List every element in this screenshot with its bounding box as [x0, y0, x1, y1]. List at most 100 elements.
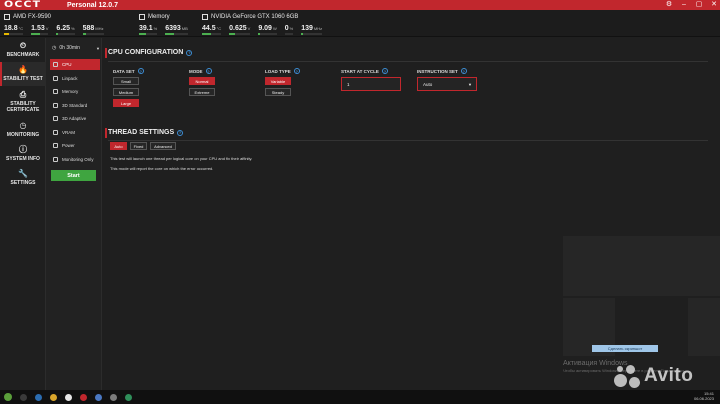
- occt-taskbar-icon[interactable]: [80, 393, 87, 401]
- edge-icon[interactable]: [35, 393, 42, 401]
- start-button[interactable]: Start: [51, 170, 96, 181]
- test-config-panel: CPU CONFIGURATION ? DATA SET? MODE? LOAD…: [103, 38, 720, 390]
- sensor-unit: MB: [181, 26, 188, 31]
- sensor-reading: 39.1: [139, 25, 153, 32]
- thread-option-advanced[interactable]: Advanced: [150, 142, 176, 150]
- sensor-value: 588 MHz: [82, 25, 104, 35]
- system-clock[interactable]: 15:41 06.06.2023: [694, 391, 714, 401]
- gpu-name: NVIDIA GeForce GTX 1060 6GB: [211, 14, 299, 20]
- sensor-unit: V: [247, 26, 251, 31]
- sensor-value: 6393 MB: [165, 25, 188, 35]
- test-item-linpack[interactable]: Linpack: [50, 73, 100, 84]
- help-icon[interactable]: ?: [293, 68, 300, 74]
- data-set-option-medium[interactable]: Medium: [113, 88, 139, 96]
- sensor-reading: 0.625: [229, 25, 247, 32]
- mode-option-extreme[interactable]: Extreme: [189, 88, 215, 96]
- screenshot-tooltip[interactable]: Сделать скриншот: [592, 345, 658, 352]
- help-icon[interactable]: ?: [137, 68, 144, 74]
- test-type-icon: [53, 62, 58, 67]
- sensor-value: 18.8 °C: [4, 25, 24, 35]
- nav-benchmark[interactable]: ⏲ BENCHMARK: [0, 38, 46, 62]
- main-nav: ⏲ BENCHMARK 🔥 STABILITY TEST ⎙ STABILITY CERT…: [0, 38, 46, 390]
- thread-option-auto[interactable]: Auto: [110, 142, 127, 150]
- load-type-option-variable[interactable]: Variable: [265, 77, 291, 85]
- test-item-power[interactable]: Power: [50, 140, 100, 151]
- sensor-bar: AMD FX-9590 18.8 °C 1.53 V 6.25% 588 MHz Memor…: [0, 10, 720, 37]
- help-icon[interactable]: ?: [381, 68, 388, 74]
- sensor-unit: MHz: [313, 26, 323, 31]
- data-set-option-small[interactable]: Small: [113, 77, 139, 85]
- nav-stability-test[interactable]: 🔥 STABILITY TEST: [0, 62, 46, 86]
- sensor-value: 1.53 V: [31, 25, 49, 35]
- test-item-label: Memory: [62, 89, 79, 94]
- settings-gear-icon[interactable]: ⚙: [665, 0, 673, 10]
- test-item-cpu[interactable]: CPU: [50, 59, 100, 70]
- sensor-value: 39.1%: [139, 25, 158, 35]
- nav-label: SETTINGS: [10, 180, 36, 186]
- gpu-chip-icon: [202, 14, 208, 20]
- divider: [108, 140, 708, 141]
- flame-icon: 🔥: [18, 65, 28, 74]
- app-logo: OCCT: [4, 0, 42, 10]
- help-icon[interactable]: ?: [186, 49, 193, 56]
- help-icon[interactable]: ?: [205, 68, 212, 74]
- instruction-set-select[interactable]: Auto ▼: [417, 77, 477, 91]
- nav-system-info[interactable]: ⓘ SYSTEM INFO: [0, 142, 46, 166]
- data-set-option-large[interactable]: Large: [113, 99, 139, 107]
- test-item-vram[interactable]: VRAM: [50, 127, 100, 138]
- test-type-icon: [53, 76, 58, 81]
- help-icon[interactable]: ?: [460, 68, 467, 74]
- sensor-unit: V: [45, 26, 49, 31]
- sensor-level-bar: [4, 33, 24, 35]
- test-item-label: Linpack: [62, 76, 78, 81]
- duration-value: 0h 30min: [59, 45, 80, 51]
- sensor-reading: 0: [284, 25, 289, 32]
- minimize-icon[interactable]: –: [680, 0, 688, 10]
- maximize-icon[interactable]: ▢: [695, 0, 703, 10]
- nav-settings[interactable]: 🔧 SETTINGS: [0, 166, 46, 190]
- nav-label: SYSTEM INFO: [6, 156, 40, 162]
- app-taskbar-icon[interactable]: [95, 393, 102, 401]
- gpu-sensor-group[interactable]: NVIDIA GeForce GTX 1060 6GB 44.5 °C 0.625 V…: [202, 13, 323, 35]
- explorer-icon[interactable]: [50, 393, 57, 401]
- yandex-icon[interactable]: [65, 393, 72, 401]
- app-taskbar-icon[interactable]: [110, 393, 117, 401]
- test-item-memory[interactable]: Memory: [50, 86, 100, 97]
- load-type-option-steady[interactable]: Steady: [265, 88, 291, 96]
- test-type-icon: [53, 103, 58, 108]
- test-item-monitoring-only[interactable]: Monitoring Only: [50, 154, 100, 165]
- nav-monitoring[interactable]: ◷ MONITORING: [0, 118, 46, 142]
- cpu-sensor-group[interactable]: AMD FX-9590 18.8 °C 1.53 V 6.25% 588 MHz: [4, 13, 104, 35]
- test-type-icon: [53, 89, 58, 94]
- start-menu-icon[interactable]: [4, 393, 12, 401]
- sensor-reading: 1.53: [31, 25, 45, 32]
- sensor-reading: 44.5: [202, 25, 216, 32]
- sensor-reading: 588: [82, 25, 95, 32]
- duration-select[interactable]: ◷ 0h 30min ▼: [50, 44, 100, 52]
- test-item-3d-adaptive[interactable]: 3D Adaptive: [50, 113, 100, 124]
- test-item-label: 3D Standard: [62, 103, 88, 108]
- thread-option-fixed[interactable]: Fixed: [130, 142, 147, 150]
- sensor-value: 6.25%: [56, 25, 75, 35]
- mode-option-normal[interactable]: Normal: [189, 77, 215, 85]
- task-view-icon[interactable]: [20, 393, 27, 401]
- close-icon[interactable]: ✕: [710, 0, 718, 10]
- nav-stability-certificate[interactable]: ⎙ STABILITY CERTIFICATE: [0, 88, 46, 116]
- sensor-unit: %: [289, 26, 294, 31]
- sensor-unit: MHz: [95, 26, 104, 31]
- avito-watermark: Avito: [612, 362, 693, 390]
- chevron-down-icon: ▼: [468, 81, 472, 87]
- app-title: Personal 12.0.7: [67, 1, 118, 9]
- app-taskbar-icon[interactable]: [125, 393, 132, 401]
- wrench-icon: 🔧: [18, 169, 28, 178]
- nav-label: STABILITY TEST: [3, 76, 43, 82]
- memory-sensor-group[interactable]: Memory 39.1% 6393 MB: [139, 13, 188, 35]
- test-item-3d-standard[interactable]: 3D Standard: [50, 100, 100, 111]
- sensor-unit: %: [153, 26, 158, 31]
- help-icon[interactable]: ?: [177, 129, 184, 136]
- test-item-label: Monitoring Only: [62, 157, 94, 162]
- test-item-label: 3D Adaptive: [62, 116, 87, 121]
- start-at-cycle-input[interactable]: 1: [341, 77, 401, 91]
- sensor-level-bar: [258, 33, 277, 35]
- sensor-level-bar: [31, 33, 49, 35]
